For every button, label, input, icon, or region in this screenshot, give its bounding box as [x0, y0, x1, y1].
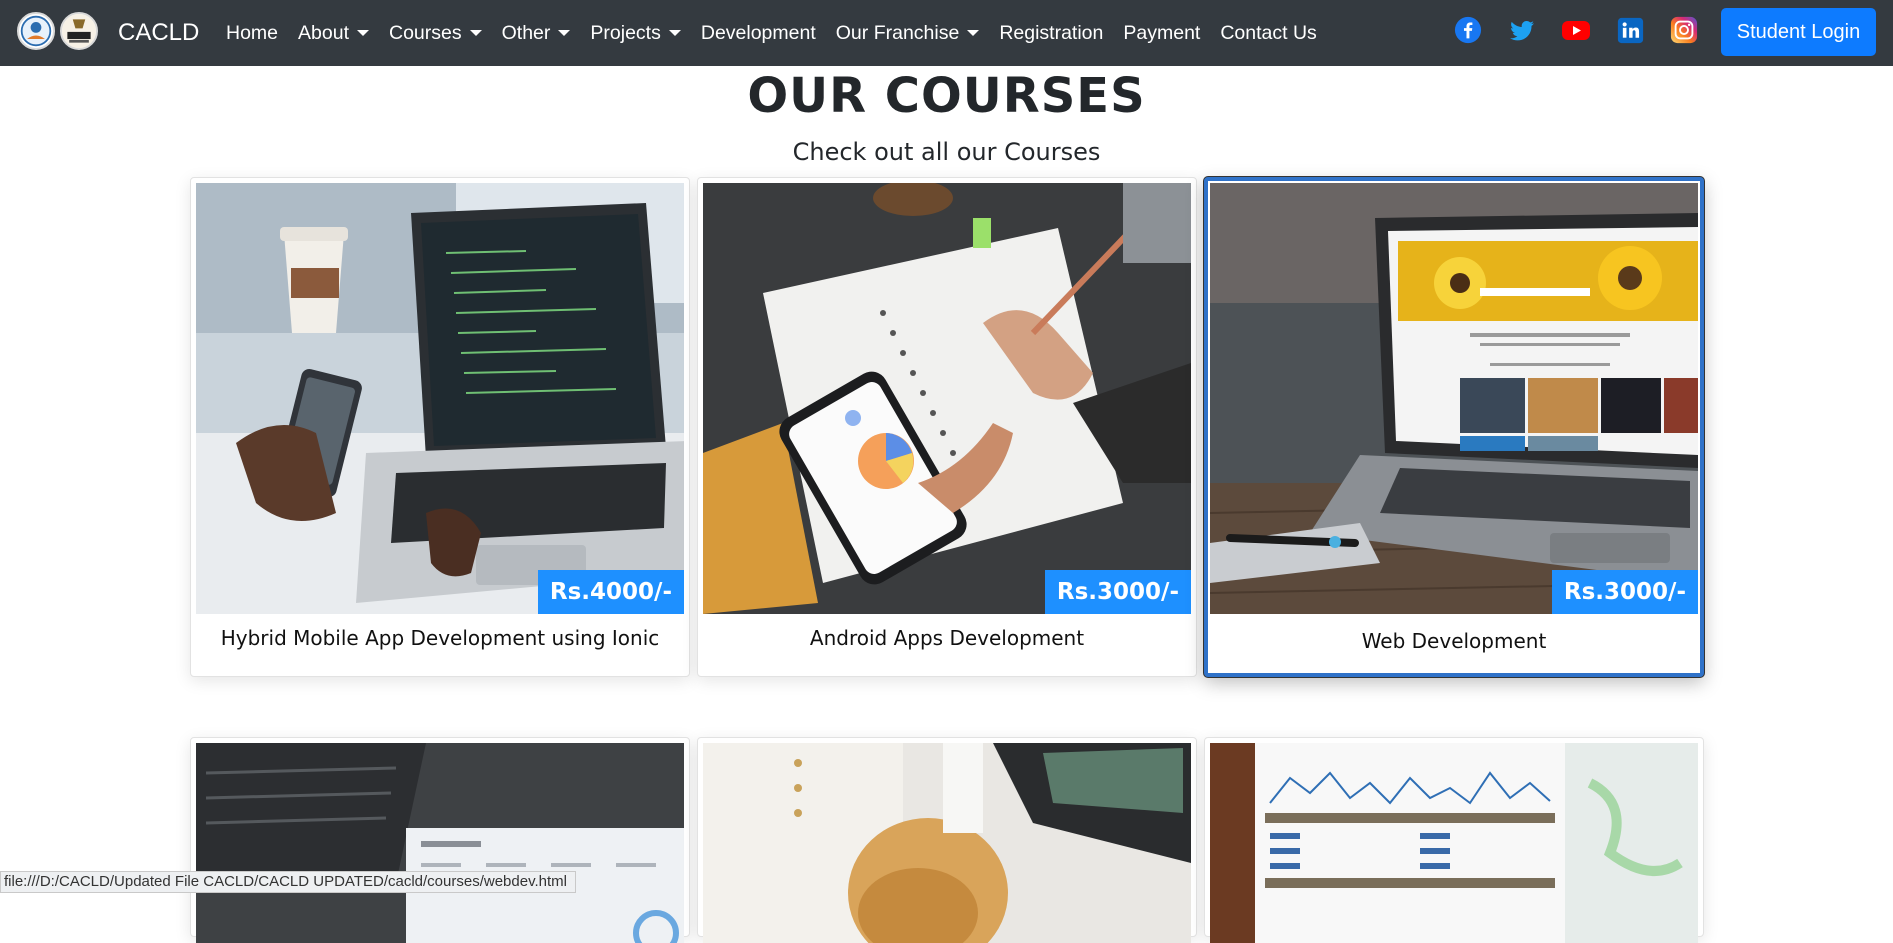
course-card[interactable] [1204, 737, 1704, 943]
course-card[interactable] [697, 737, 1197, 943]
course-title: Android Apps Development [809, 626, 1085, 650]
course-image: Rs.4000/- [196, 183, 684, 614]
instagram-icon[interactable] [1669, 15, 1699, 45]
emblem-logo[interactable] [60, 12, 98, 50]
chevron-down-icon [558, 30, 571, 36]
price-badge: Rs.3000/- [1551, 570, 1698, 614]
nav-projects[interactable]: Projects [580, 22, 690, 45]
nav-label: Home [226, 21, 279, 44]
course-title: Hybrid Mobile App Development using Ioni… [220, 626, 660, 650]
facebook-icon[interactable] [1453, 15, 1483, 45]
nav-label: Our Franchise [835, 21, 960, 44]
course-title: Web Development [1361, 629, 1547, 653]
nav-courses[interactable]: Courses [379, 22, 492, 45]
course-card-android-apps[interactable]: Rs.3000/- Android Apps Development [697, 177, 1197, 677]
course-card[interactable] [190, 737, 690, 943]
chevron-down-icon [357, 30, 369, 36]
cacld-logo[interactable] [17, 12, 55, 50]
nav-label: Contact Us [1220, 21, 1317, 44]
nav-contact-us[interactable]: Contact Us [1210, 22, 1326, 45]
chevron-down-icon [469, 30, 482, 36]
nav-about[interactable]: About [288, 22, 379, 45]
course-card-hybrid-mobile[interactable]: Rs.4000/- Hybrid Mobile App Development … [190, 177, 690, 677]
youtube-icon[interactable] [1561, 15, 1591, 45]
course-image [1210, 743, 1698, 943]
nav-home[interactable]: Home [216, 22, 288, 45]
nav-label: Payment [1123, 21, 1201, 44]
course-card-web-development[interactable]: Rs.3000/- Web Development [1204, 177, 1704, 677]
chevron-down-icon [668, 30, 681, 36]
browser-status-bar-url: file:///D:/CACLD/Updated File CACLD/CACL… [0, 871, 576, 893]
navbar: CACLD Home About Courses Other Projects … [0, 0, 1893, 66]
nav-label: Registration [999, 21, 1104, 44]
course-image [703, 743, 1191, 943]
nav-payment[interactable]: Payment [1113, 22, 1210, 45]
twitter-icon[interactable] [1507, 15, 1537, 45]
chevron-down-icon [967, 30, 980, 36]
nav-label: Other [501, 21, 551, 44]
nav-other[interactable]: Other [492, 22, 581, 45]
nav-label: Projects [590, 21, 661, 44]
course-image: Rs.3000/- [1210, 183, 1698, 614]
student-login-button[interactable]: Student Login [1721, 8, 1876, 56]
nav-our-franchise[interactable]: Our Franchise [826, 22, 990, 45]
nav-label: About [298, 21, 349, 44]
nav-development[interactable]: Development [691, 22, 826, 45]
nav-menu: Home About Courses Other Projects Develo… [216, 0, 1327, 66]
page-subtitle: Check out all our Courses [792, 138, 1101, 166]
brand-name[interactable]: CACLD [118, 0, 199, 66]
price-badge: Rs.4000/- [537, 570, 684, 614]
course-image: Rs.3000/- [703, 183, 1191, 614]
nav-label: Development [700, 21, 816, 44]
nav-label: Courses [389, 21, 462, 44]
price-badge: Rs.3000/- [1044, 570, 1191, 614]
page-title: OUR COURSES [747, 68, 1146, 124]
nav-registration[interactable]: Registration [989, 22, 1113, 45]
linkedin-icon[interactable] [1615, 15, 1645, 45]
course-image [196, 743, 684, 943]
